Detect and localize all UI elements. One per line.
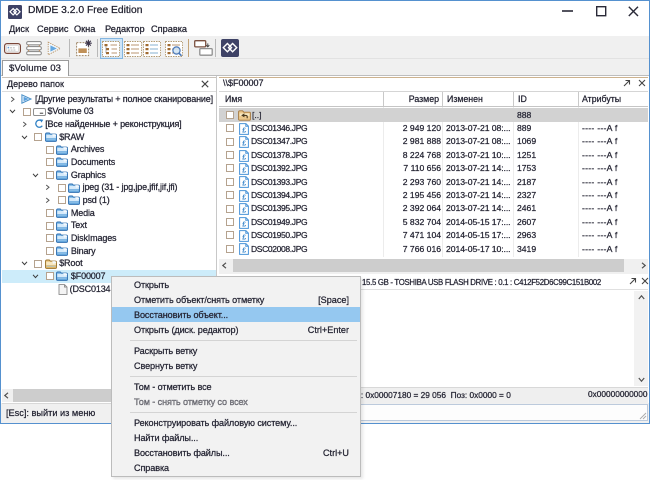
svg-text:£: £ — [242, 141, 246, 148]
svg-text:£: £ — [242, 248, 246, 255]
svg-text:£: £ — [242, 181, 246, 188]
svg-text:£: £ — [242, 127, 246, 134]
svg-text:£: £ — [242, 194, 246, 201]
svg-text:£: £ — [242, 221, 246, 228]
svg-text:£: £ — [242, 167, 246, 174]
svg-text:£: £ — [242, 154, 246, 161]
svg-text:£: £ — [242, 234, 246, 241]
svg-text:£: £ — [242, 208, 246, 215]
